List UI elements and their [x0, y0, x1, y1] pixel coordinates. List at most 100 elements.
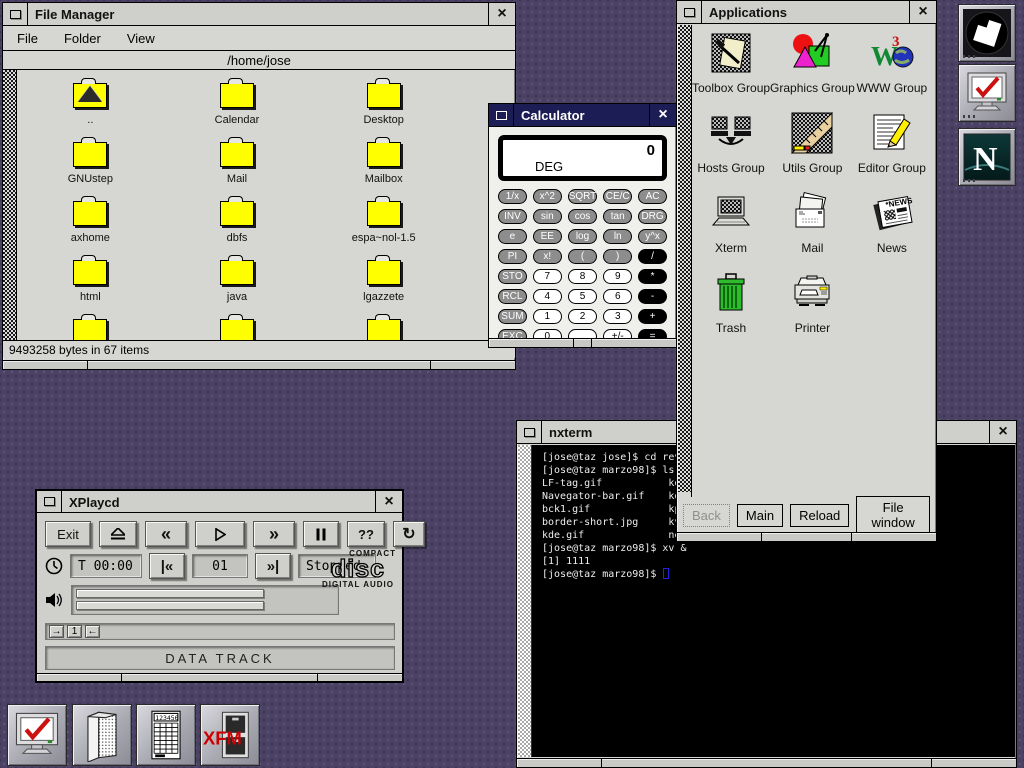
- program-track-button[interactable]: 1: [67, 625, 82, 638]
- calculator-key[interactable]: 9: [603, 269, 632, 284]
- dock-tile-book[interactable]: [72, 704, 132, 766]
- next-track-button[interactable]: »|: [255, 553, 291, 579]
- menu-view[interactable]: View: [127, 31, 155, 46]
- menu-folder[interactable]: Folder: [64, 31, 101, 46]
- calculator-key[interactable]: e: [498, 229, 527, 244]
- folder-item[interactable]: dbfs: [164, 196, 311, 255]
- dock-tile-monitor-check[interactable]: [958, 64, 1016, 122]
- app-printer[interactable]: Printer: [770, 271, 855, 351]
- volume-slider-handle[interactable]: [76, 589, 264, 598]
- dock-tile-calculator[interactable]: 123456: [136, 704, 196, 766]
- close-button[interactable]: ×: [989, 421, 1016, 443]
- resize-bar[interactable]: [489, 338, 676, 347]
- folder-item[interactable]: axhome: [17, 196, 164, 255]
- window-menu-button[interactable]: [489, 104, 514, 126]
- rewind-button[interactable]: «: [145, 521, 187, 547]
- close-button[interactable]: ×: [488, 3, 515, 25]
- calculator-key[interactable]: y^x: [638, 229, 667, 244]
- calculator-key[interactable]: STO: [498, 269, 527, 284]
- app-editor-group[interactable]: Editor Group: [855, 111, 929, 191]
- calculator-titlebar[interactable]: Calculator ×: [489, 104, 676, 127]
- calculator-key[interactable]: x^2: [533, 189, 562, 204]
- dock-tile-netscape[interactable]: N: [958, 128, 1016, 186]
- calculator-key[interactable]: (: [568, 249, 598, 264]
- calculator-key[interactable]: RCL: [498, 289, 527, 304]
- app-graphics-group[interactable]: Graphics Group: [770, 31, 855, 111]
- folder-item[interactable]: Mailbox: [310, 137, 457, 196]
- calculator-key[interactable]: DRG: [638, 209, 667, 224]
- calculator-key[interactable]: ln: [603, 229, 632, 244]
- dock-tile-monitor-check-2[interactable]: [7, 704, 67, 766]
- calculator-key[interactable]: -: [638, 289, 667, 304]
- main-button[interactable]: Main: [737, 504, 783, 527]
- program-forward-button[interactable]: →: [49, 625, 64, 638]
- calculator-key[interactable]: AC: [638, 189, 667, 204]
- calculator-key[interactable]: CE/C: [603, 189, 632, 204]
- calculator-key[interactable]: 1/x: [498, 189, 527, 204]
- file-window-button[interactable]: File window: [856, 496, 930, 534]
- prev-track-button[interactable]: |«: [149, 553, 185, 579]
- folder-item[interactable]: GNUstep: [17, 137, 164, 196]
- folder-item[interactable]: [310, 314, 457, 340]
- folder-item[interactable]: ..: [17, 78, 164, 137]
- app-hosts-group[interactable]: Hosts Group: [692, 111, 770, 191]
- calculator-key[interactable]: +: [638, 309, 667, 324]
- folder-item[interactable]: Calendar: [164, 78, 311, 137]
- calculator-key[interactable]: 8: [568, 269, 598, 284]
- app-trash[interactable]: Trash: [692, 271, 770, 351]
- calculator-key[interactable]: 5: [568, 289, 598, 304]
- calculator-key[interactable]: INV: [498, 209, 527, 224]
- folder-item[interactable]: [17, 314, 164, 340]
- calculator-key[interactable]: x!: [533, 249, 562, 264]
- file-manager-titlebar[interactable]: File Manager ×: [3, 3, 515, 26]
- program-back-button[interactable]: ←: [85, 625, 100, 638]
- resize-bar[interactable]: [517, 758, 1016, 767]
- window-menu-button[interactable]: [677, 1, 702, 23]
- calculator-key[interactable]: log: [568, 229, 598, 244]
- folder-item[interactable]: [164, 314, 311, 340]
- calculator-key[interactable]: 3: [603, 309, 632, 324]
- resize-bar[interactable]: [677, 532, 936, 541]
- window-menu-button[interactable]: [3, 3, 28, 25]
- calculator-key[interactable]: 1: [533, 309, 562, 324]
- pause-button[interactable]: [303, 521, 339, 547]
- xplaycd-titlebar[interactable]: XPlaycd ×: [37, 491, 402, 513]
- calculator-key[interactable]: SQRT: [568, 189, 598, 204]
- close-button[interactable]: ×: [649, 104, 676, 126]
- shuffle-button[interactable]: ??: [347, 521, 385, 547]
- folder-item[interactable]: espa~nol-1.5: [310, 196, 457, 255]
- calculator-key[interactable]: 6: [603, 289, 632, 304]
- vertical-scrollbar[interactable]: [678, 25, 692, 497]
- app-news[interactable]: *NEWS News: [855, 191, 929, 271]
- close-button[interactable]: ×: [909, 1, 936, 23]
- menu-file[interactable]: File: [17, 31, 38, 46]
- app-toolbox-group[interactable]: Toolbox Group: [692, 31, 770, 111]
- repeat-button[interactable]: ↻: [393, 521, 425, 547]
- close-button[interactable]: ×: [375, 491, 402, 512]
- resize-bar[interactable]: [37, 673, 402, 681]
- forward-button[interactable]: »: [253, 521, 295, 547]
- resize-bar[interactable]: [3, 360, 515, 369]
- window-menu-button[interactable]: [517, 421, 542, 443]
- volume-slider-track[interactable]: [71, 585, 339, 615]
- calculator-key[interactable]: sin: [533, 209, 562, 224]
- dock-tile-xfm[interactable]: XFM: [200, 704, 260, 766]
- calculator-key[interactable]: tan: [603, 209, 632, 224]
- app-xterm[interactable]: Xterm: [692, 191, 770, 271]
- calculator-key[interactable]: 4: [533, 289, 562, 304]
- vertical-scrollbar[interactable]: [3, 70, 17, 340]
- calculator-key[interactable]: ): [603, 249, 632, 264]
- applications-titlebar[interactable]: Applications ×: [677, 1, 936, 24]
- balance-slider-handle[interactable]: [76, 601, 264, 610]
- folder-item[interactable]: Desktop: [310, 78, 457, 137]
- dock-tile-window-maker[interactable]: [958, 4, 1016, 62]
- calculator-key[interactable]: PI: [498, 249, 527, 264]
- play-button[interactable]: [195, 521, 245, 547]
- calculator-key[interactable]: 7: [533, 269, 562, 284]
- reload-button[interactable]: Reload: [790, 504, 849, 527]
- back-button[interactable]: Back: [683, 504, 730, 527]
- terminal-scrollbar[interactable]: [518, 445, 532, 757]
- folder-item[interactable]: java: [164, 255, 311, 314]
- calculator-key[interactable]: EE: [533, 229, 562, 244]
- calculator-key[interactable]: SUM: [498, 309, 527, 324]
